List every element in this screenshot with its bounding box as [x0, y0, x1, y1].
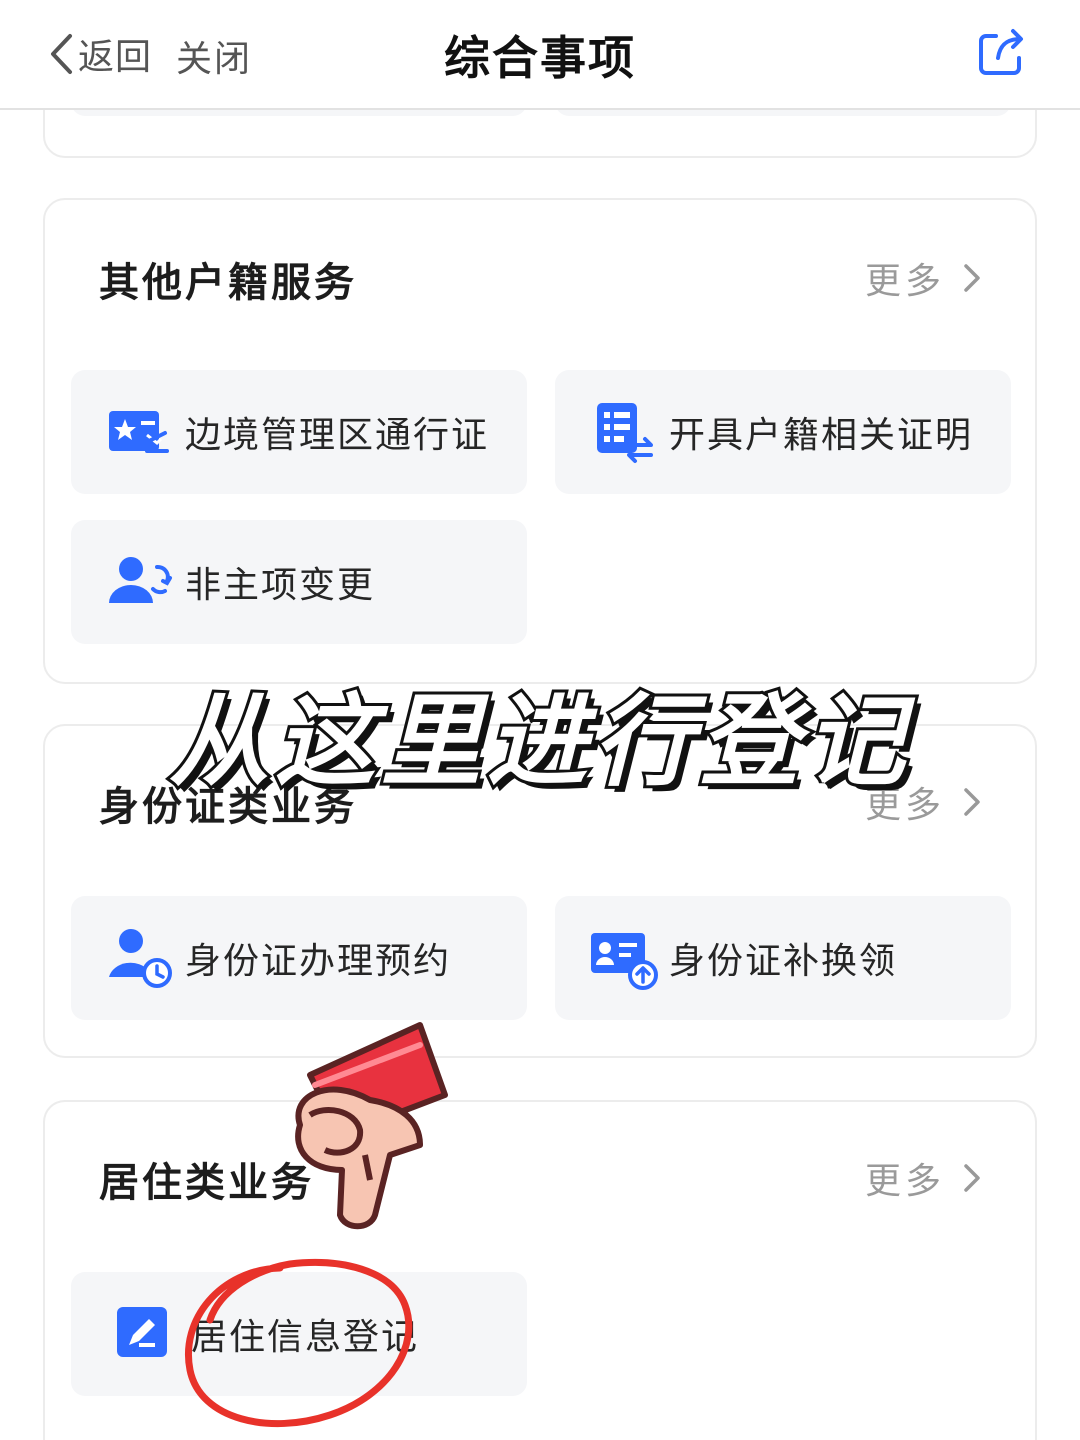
navigation-bar: 返回 关闭 综合事项 [0, 0, 1080, 110]
id-card-upload-icon [589, 923, 659, 993]
page-title: 综合事项 [444, 31, 636, 85]
certificate-list-icon [589, 397, 659, 467]
overlay-caption: 从这里进行登记 [166, 680, 911, 803]
more-button[interactable]: 更多 [865, 252, 983, 304]
more-button[interactable]: 更多 [865, 1152, 983, 1204]
chevron-right-icon [964, 264, 980, 292]
person-change-icon [105, 547, 175, 617]
pointing-hand-icon [295, 1022, 448, 1230]
section-title: 其他户籍服务 [99, 260, 357, 306]
tile-label: 非主项变更 [185, 565, 376, 606]
tile-border-pass[interactable]: 边境管理区通行证 [71, 370, 527, 494]
more-label: 更多 [864, 261, 945, 302]
border-pass-icon [105, 397, 175, 467]
tile-label: 身份证补换领 [669, 941, 898, 982]
tile-label: 开具户籍相关证明 [669, 415, 974, 456]
tile-non-main-change[interactable]: 非主项变更 [71, 520, 527, 644]
tile-id-card-replacement[interactable]: 身份证补换领 [555, 896, 1011, 1020]
tile-household-certificate[interactable]: 开具户籍相关证明 [555, 370, 1011, 494]
share-icon[interactable] [976, 26, 1028, 78]
tile-id-card-appointment[interactable]: 身份证办理预约 [71, 896, 527, 1020]
more-label: 更多 [864, 1161, 945, 1202]
chevron-right-icon [964, 1164, 980, 1192]
tile-label: 边境管理区通行证 [185, 415, 490, 456]
section-household-services: 其他户籍服务 更多 边境管理区通行证 开具户籍相关证明 非主项变更 [43, 198, 1037, 684]
person-clock-icon [105, 923, 175, 993]
tile-label: 身份证办理预约 [185, 941, 452, 982]
red-circle-mark [185, 1259, 413, 1428]
